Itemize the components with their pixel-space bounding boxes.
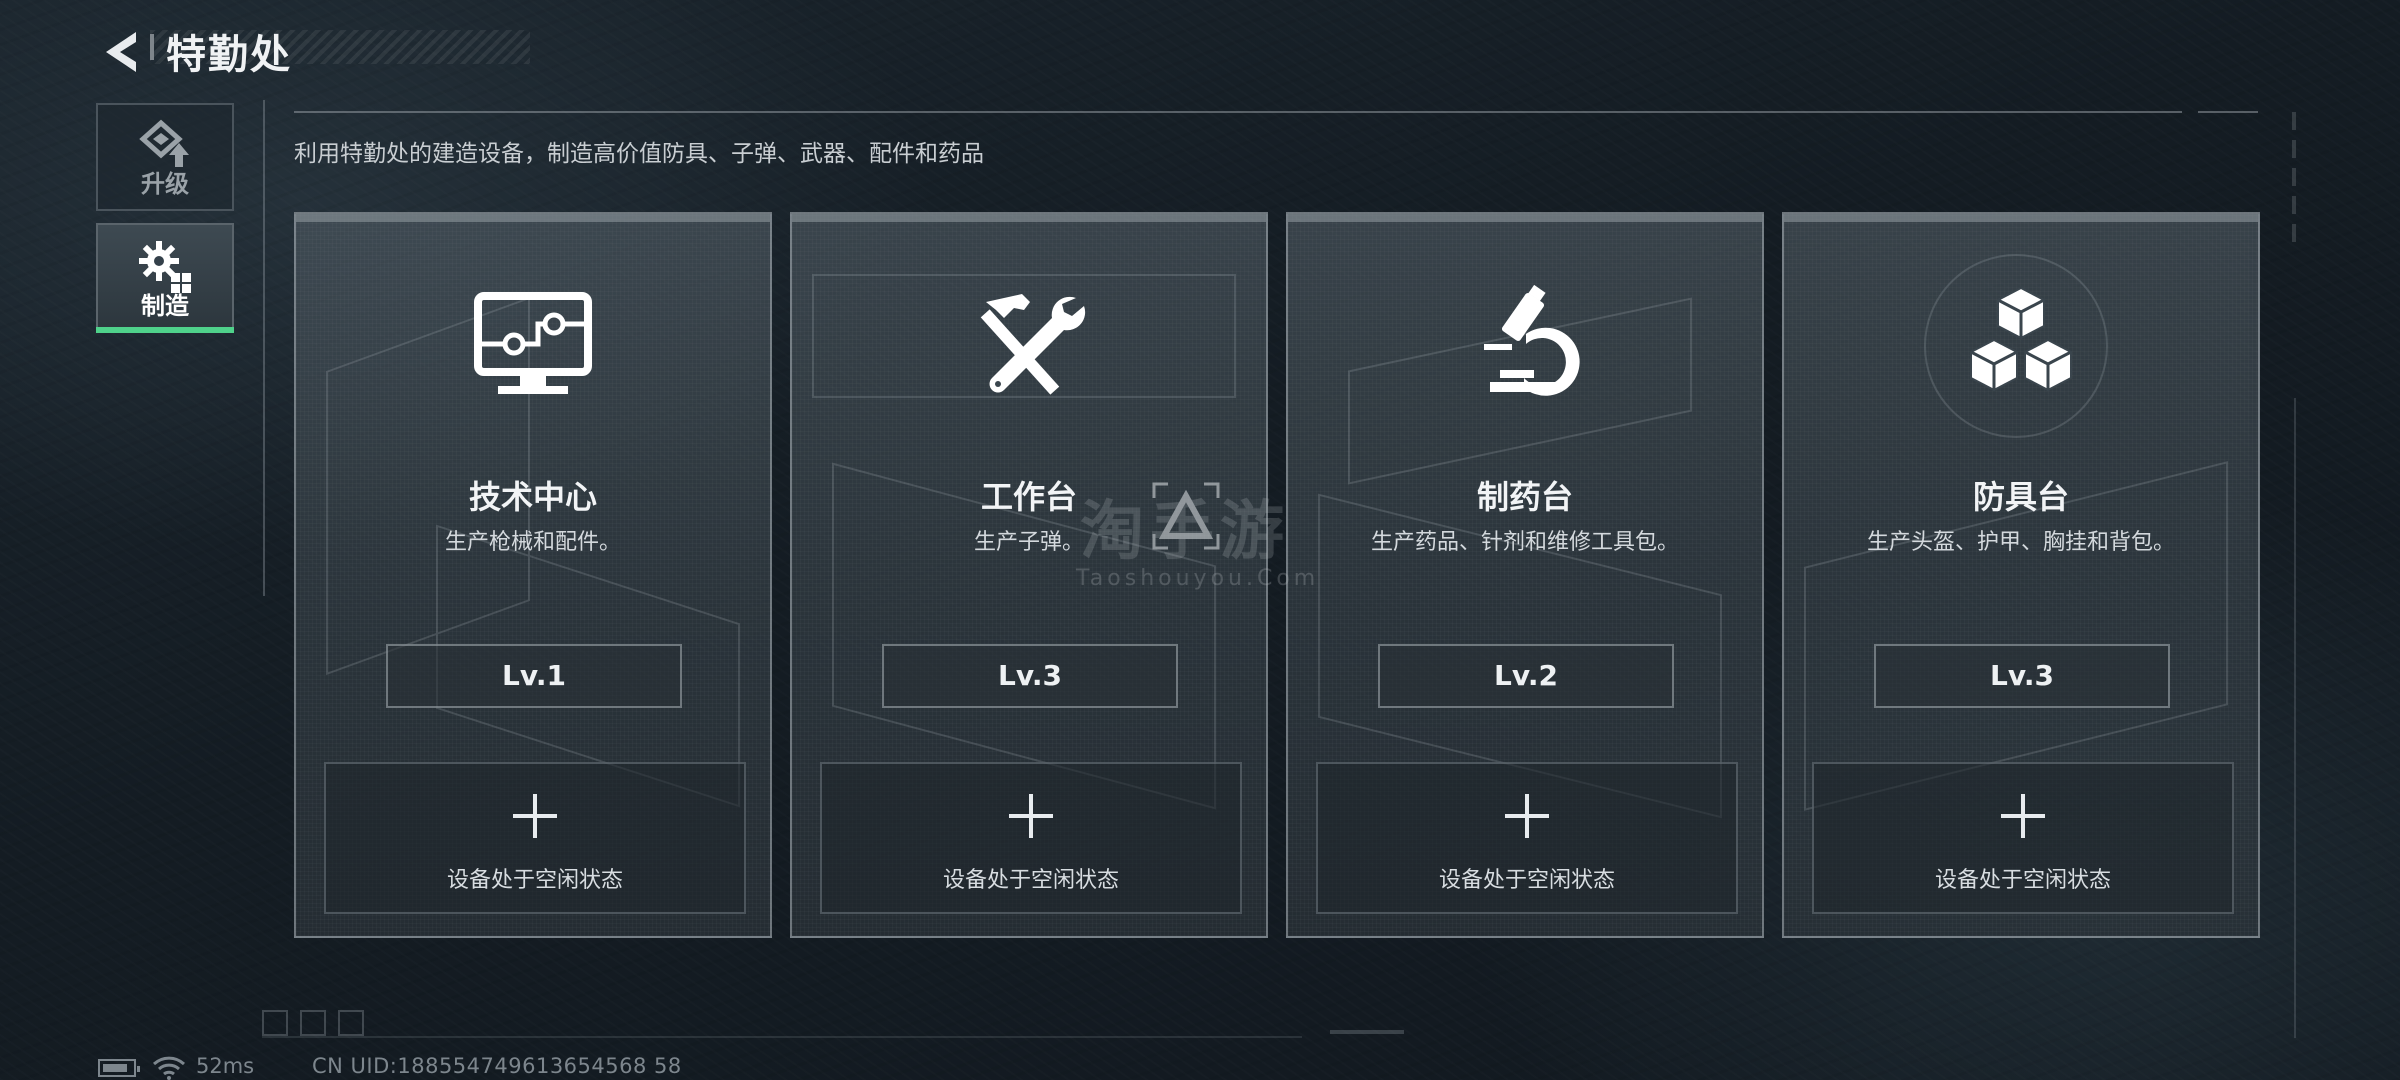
network-ping: 52ms: [196, 1054, 255, 1078]
level-badge: Lv.2: [1378, 644, 1674, 708]
level-badge: Lv.1: [386, 644, 682, 708]
station-description: 生产头盔、护甲、胸挂和背包。: [1866, 530, 2175, 555]
microscope-icon: [1484, 284, 1580, 396]
watermark-text: 淘手游: [1080, 495, 1290, 569]
watermark-subtext: Taoshouyou.Com: [1076, 566, 1320, 591]
level-badge: Lv.3: [1874, 644, 2170, 708]
bottom-decor-dash: [1330, 1030, 1404, 1034]
add-production-slot[interactable]: 设备处于空闲状态: [820, 762, 1242, 914]
wifi-icon: [152, 1056, 186, 1080]
station-card-armor[interactable]: 防具台 生产头盔、护甲、胸挂和背包。 Lv.3 设备处于空闲状态: [1782, 212, 2260, 938]
plus-icon: [2001, 794, 2045, 838]
station-name: 防具台: [1972, 478, 2069, 516]
back-arrow-icon: [106, 32, 136, 72]
add-production-slot[interactable]: 设备处于空闲状态: [324, 762, 746, 914]
frame-line-top: [294, 111, 2182, 113]
frame-line-left: [263, 100, 265, 596]
station-name: 技术中心: [468, 478, 597, 516]
sidebar-item-label: 制造: [141, 292, 189, 320]
frame-line-top-end: [2198, 111, 2258, 113]
frame-line-right: [2294, 398, 2296, 1038]
slot-status: 设备处于空闲状态: [446, 868, 623, 893]
slot-status: 设备处于空闲状态: [1934, 868, 2111, 893]
sidebar-item-craft[interactable]: 制造: [96, 223, 234, 333]
slot-status: 设备处于空闲状态: [942, 868, 1119, 893]
plus-icon: [513, 794, 557, 838]
battery-icon: [98, 1059, 140, 1077]
user-uid: CN UID:188554749613654568 58: [312, 1054, 682, 1078]
sidebar-item-upgrade[interactable]: 升级: [96, 103, 234, 211]
sidebar-item-label: 升级: [141, 170, 189, 198]
plus-icon: [1009, 794, 1053, 838]
station-description: 生产枪械和配件。: [444, 530, 621, 555]
station-card-tech-center[interactable]: 技术中心 生产枪械和配件。 Lv.1 设备处于空闲状态: [294, 212, 772, 938]
slot-status: 设备处于空闲状态: [1438, 868, 1615, 893]
watermark: 淘手游 Taoshouyou.Com: [1076, 470, 1340, 600]
title-decor-tick: [150, 34, 154, 60]
active-indicator: [96, 327, 234, 333]
page-title: 特勤处: [166, 32, 292, 78]
plus-icon: [1505, 794, 1549, 838]
monitor-icon: [474, 292, 592, 394]
level-badge: Lv.3: [882, 644, 1178, 708]
page-description: 利用特勤处的建造设备，制造高价值防具、子弹、武器、配件和药品: [294, 141, 984, 167]
watermark-logo-icon: [1152, 482, 1220, 550]
cubes-icon: [1970, 286, 2072, 392]
hammer-wrench-icon: [980, 294, 1086, 395]
side-decor-marks: [2286, 112, 2302, 282]
add-production-slot[interactable]: 设备处于空闲状态: [1812, 762, 2234, 914]
add-production-slot[interactable]: 设备处于空闲状态: [1316, 762, 1738, 914]
back-button[interactable]: [96, 20, 144, 80]
gears-icon: [139, 241, 191, 293]
bottom-decor-line: [262, 1036, 1302, 1038]
